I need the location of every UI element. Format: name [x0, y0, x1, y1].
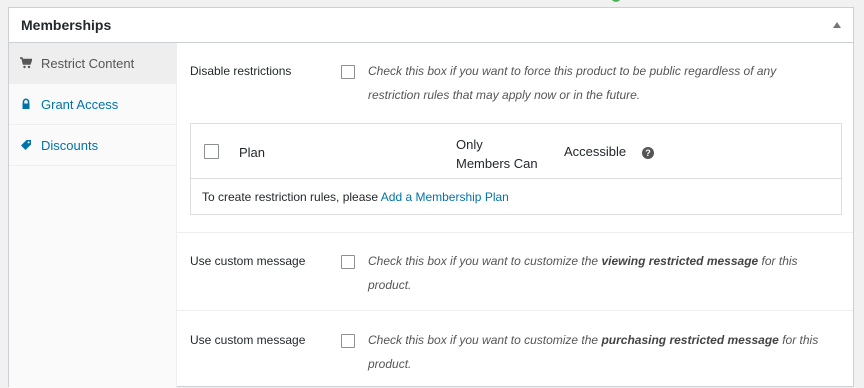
collapse-toggle-icon[interactable] [833, 22, 841, 28]
custom-purchasing-message-row: Use custom message Check this box if you… [177, 311, 853, 388]
tab-label: Grant Access [41, 96, 119, 112]
tab-label: Discounts [41, 137, 99, 153]
tab-discounts[interactable]: Discounts [9, 125, 176, 166]
notification-dot [611, 0, 621, 2]
custom-viewing-message-row: Use custom message Check this box if you… [177, 233, 853, 311]
panel-title: Memberships [21, 17, 112, 33]
custom-viewing-message-label: Use custom message [190, 254, 306, 268]
panel-content: Disable restrictions Check this box if y… [177, 43, 853, 388]
custom-purchasing-message-label: Use custom message [190, 333, 306, 347]
tag-icon [20, 139, 32, 151]
panel-header: Memberships [9, 8, 853, 43]
restrictions-section-divider [177, 43, 853, 233]
custom-viewing-message-description: Check this box if you want to customize … [368, 254, 798, 292]
tab-label: Restrict Content [41, 55, 135, 71]
cart-icon [20, 57, 32, 69]
custom-purchasing-message-checkbox[interactable] [341, 334, 355, 348]
panel-tabs: Restrict Content Grant Access Discounts [9, 43, 177, 388]
tab-restrict-content[interactable]: Restrict Content [9, 43, 176, 84]
custom-viewing-message-checkbox[interactable] [341, 255, 355, 269]
memberships-panel: Memberships Restrict Content Grant Acces… [8, 7, 854, 388]
tab-grant-access[interactable]: Grant Access [9, 84, 176, 125]
lock-icon [20, 98, 32, 110]
custom-purchasing-message-description: Check this box if you want to customize … [368, 333, 819, 371]
